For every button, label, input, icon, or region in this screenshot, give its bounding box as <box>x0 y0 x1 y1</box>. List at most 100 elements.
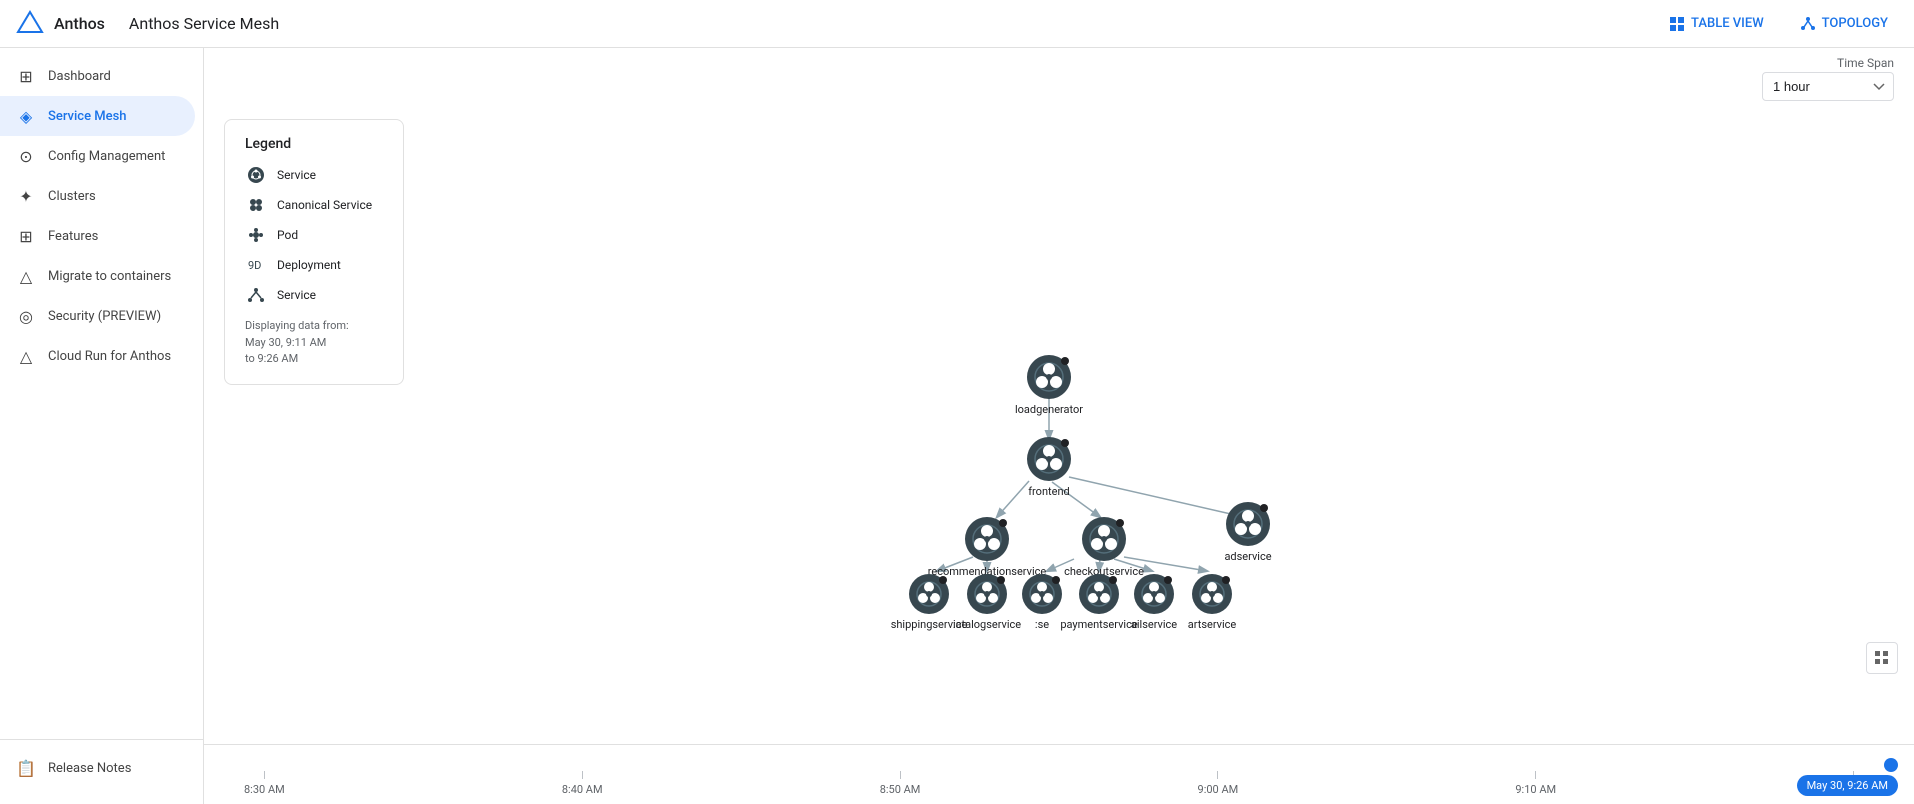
security-icon: ◎ <box>16 306 36 326</box>
timeline-tick-0: 8:30 AM <box>244 771 285 796</box>
edge-frontend-adservice <box>1069 477 1244 517</box>
view-toggle: TABLE VIEW TOPOLOGY <box>1659 10 1898 38</box>
node-se-label: :se <box>1035 618 1049 631</box>
topbar: Anthos Anthos Service Mesh TABLE VIEW TO… <box>0 0 1914 48</box>
legend-title: Legend <box>245 136 383 152</box>
legend-item-pod: Pod <box>245 224 383 246</box>
timeline: 8:30 AM 8:40 AM 8:50 AM 9:00 AM 9:10 AM <box>204 744 1914 804</box>
legend-service2-icon <box>245 284 267 306</box>
tick-line <box>264 771 265 779</box>
sidebar-bottom: 📋 Release Notes <box>0 739 203 796</box>
timeline-ticks: 8:30 AM 8:40 AM 8:50 AM 9:00 AM 9:10 AM <box>204 771 1914 796</box>
node-paymentservice[interactable] <box>1079 574 1119 614</box>
node-se[interactable] <box>1022 574 1062 614</box>
tick-label-3: 9:00 AM <box>1198 783 1239 796</box>
tick-label-2: 8:50 AM <box>880 783 921 796</box>
sidebar-item-clusters[interactable]: ✦ Clusters <box>0 176 195 216</box>
clusters-icon: ✦ <box>16 186 36 206</box>
node-shippingservice[interactable] <box>909 574 949 614</box>
sidebar-item-cloud-run-label: Cloud Run for Anthos <box>48 349 171 364</box>
page-title: Anthos Service Mesh <box>129 14 279 33</box>
legend-deployment-label: Deployment <box>277 258 341 272</box>
timeline-tick-4: 9:10 AM <box>1515 771 1556 796</box>
node-checkoutservice[interactable] <box>1082 517 1126 561</box>
sidebar-item-release-notes[interactable]: 📋 Release Notes <box>0 748 195 788</box>
dashboard-icon: ⊞ <box>16 66 36 86</box>
sidebar-item-dashboard[interactable]: ⊞ Dashboard <box>0 56 195 96</box>
legend-item-canonical: Canonical Service <box>245 194 383 216</box>
sidebar-item-service-mesh-label: Service Mesh <box>48 109 127 124</box>
sidebar-item-release-notes-label: Release Notes <box>48 761 131 776</box>
sidebar-item-service-mesh[interactable]: ◈ Service Mesh <box>0 96 195 136</box>
tick-line <box>582 771 583 779</box>
release-notes-icon: 📋 <box>16 758 36 778</box>
legend-item-deployment: 9D Deployment <box>245 254 383 276</box>
grid-icon <box>1874 650 1890 666</box>
legend-item-service2: Service <box>245 284 383 306</box>
legend: Legend Service <box>224 119 404 385</box>
legend-canonical-icon <box>245 194 267 216</box>
node-ailservice[interactable] <box>1134 574 1174 614</box>
node-artservice[interactable] <box>1192 574 1232 614</box>
sidebar-item-security-label: Security (PREVIEW) <box>48 309 161 324</box>
config-management-icon: ⊙ <box>16 146 36 166</box>
legend-pod-label: Pod <box>277 228 298 242</box>
legend-data-info: Displaying data from: May 30, 9:11 AM to… <box>245 318 383 368</box>
legend-service-label: Service <box>277 168 316 182</box>
sidebar-item-security[interactable]: ◎ Security (PREVIEW) <box>0 296 195 336</box>
timeline-current-dot <box>1884 758 1898 772</box>
svg-text:9D: 9D <box>248 259 261 272</box>
canvas-area[interactable]: Legend Service <box>204 109 1914 744</box>
sidebar-item-config-management-label: Config Management <box>48 149 165 164</box>
sidebar-item-clusters-label: Clusters <box>48 189 96 204</box>
sidebar-item-config-management[interactable]: ⊙ Config Management <box>0 136 195 176</box>
table-view-button[interactable]: TABLE VIEW <box>1659 10 1774 38</box>
table-view-icon <box>1669 16 1685 32</box>
legend-deployment-icon: 9D <box>245 254 267 276</box>
timeline-tick-2: 8:50 AM <box>880 771 921 796</box>
node-adservice-label: adservice <box>1224 550 1271 563</box>
topology-svg[interactable]: loadgenerator frontend <box>204 109 1904 689</box>
time-span-label: Time Span <box>1837 56 1894 70</box>
service-mesh-icon: ◈ <box>16 106 36 126</box>
legend-canonical-label: Canonical Service <box>277 198 372 212</box>
time-span-select[interactable]: 1 hour Last 5 minutes Last 15 minutes 6 … <box>1762 72 1894 101</box>
tick-label-1: 8:40 AM <box>562 783 603 796</box>
tick-line <box>1535 771 1536 779</box>
sidebar: ⊞ Dashboard ◈ Service Mesh ⊙ Config Mana… <box>0 48 204 804</box>
sidebar-item-cloud-run[interactable]: △ Cloud Run for Anthos <box>0 336 195 376</box>
tick-label-0: 8:30 AM <box>244 783 285 796</box>
legend-item-service: Service <box>245 164 383 186</box>
legend-service2-label: Service <box>277 288 316 302</box>
node-art-label: artservice <box>1188 618 1237 631</box>
node-recommendationservice[interactable] <box>965 517 1009 561</box>
node-ail-label: ailservice <box>1131 618 1177 631</box>
timeline-tick-3: 9:00 AM <box>1198 771 1239 796</box>
anthos-logo-icon <box>16 10 44 38</box>
node-catalog-label: :atalogservice <box>953 618 1021 631</box>
layout: ⊞ Dashboard ◈ Service Mesh ⊙ Config Mana… <box>0 48 1914 804</box>
tick-label-4: 9:10 AM <box>1515 783 1556 796</box>
sidebar-item-migrate[interactable]: △ Migrate to containers <box>0 256 195 296</box>
sidebar-item-dashboard-label: Dashboard <box>48 69 111 84</box>
node-frontend-label: frontend <box>1028 485 1070 498</box>
tick-line <box>1217 771 1218 779</box>
main-content: Time Span 1 hour Last 5 minutes Last 15 … <box>204 48 1914 804</box>
logo-area: Anthos <box>16 10 105 38</box>
migrate-icon: △ <box>16 266 36 286</box>
node-adservice[interactable] <box>1226 502 1270 546</box>
legend-pod-icon <box>245 224 267 246</box>
topology-button[interactable]: TOPOLOGY <box>1790 10 1898 38</box>
node-loadgenerator-label: loadgenerator <box>1015 403 1083 416</box>
legend-service-icon <box>245 164 267 186</box>
features-icon: ⊞ <box>16 226 36 246</box>
node-catalogservice[interactable] <box>967 574 1007 614</box>
node-payment-label: paymentservice <box>1060 618 1138 631</box>
node-frontend[interactable] <box>1027 437 1071 481</box>
grid-toggle-button[interactable] <box>1866 642 1898 674</box>
cloud-run-icon: △ <box>16 346 36 366</box>
sidebar-item-features[interactable]: ⊞ Features <box>0 216 195 256</box>
time-span-bar: Time Span 1 hour Last 5 minutes Last 15 … <box>204 48 1914 109</box>
node-loadgenerator[interactable] <box>1027 355 1071 399</box>
edge-frontend-recommendation <box>997 481 1029 517</box>
